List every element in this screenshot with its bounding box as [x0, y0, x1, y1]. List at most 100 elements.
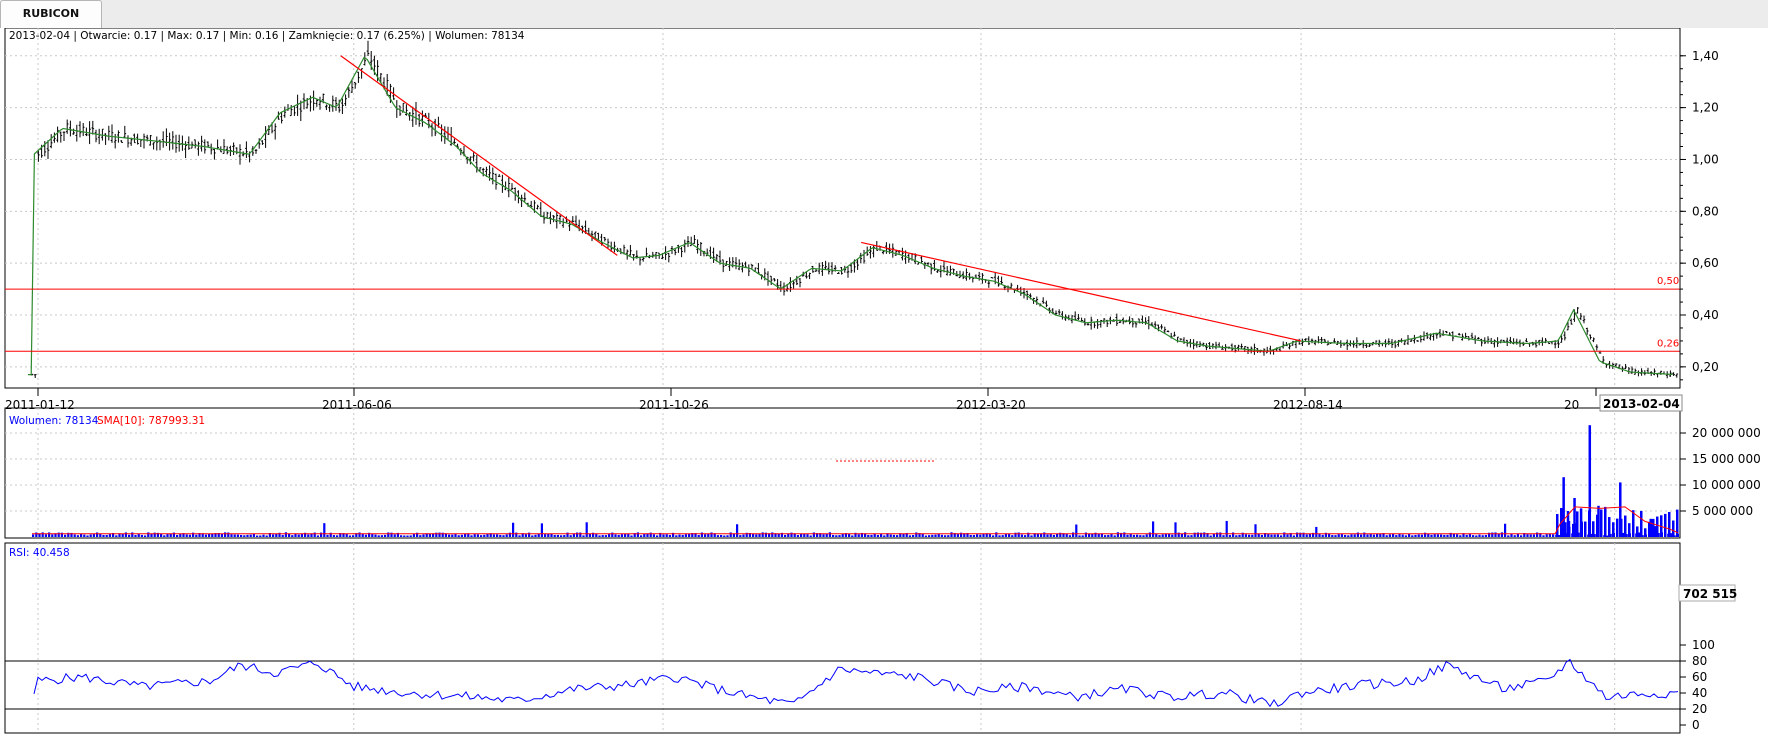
volume-bar	[1081, 535, 1084, 537]
volume-bar	[1497, 533, 1500, 537]
volume-sma-label: SMA[10]: 787993.31	[97, 415, 205, 427]
volume-panel[interactable]	[32, 425, 1679, 537]
volume-bar	[1244, 534, 1247, 537]
volume-bar	[1552, 534, 1555, 537]
x-tick-label: 2012-08-14	[1273, 398, 1343, 412]
volume-bar	[73, 534, 76, 537]
volume-bar	[1526, 534, 1529, 537]
volume-bar	[1446, 534, 1449, 537]
volume-bar	[204, 534, 207, 537]
volume-cluster-bar	[1592, 521, 1595, 537]
volume-bar	[480, 535, 483, 537]
volume-bar	[771, 532, 774, 537]
volume-bar	[96, 532, 99, 537]
volume-bar	[537, 533, 540, 537]
volume-bar	[1504, 523, 1507, 537]
volume-bar	[809, 535, 812, 537]
volume-bar	[499, 534, 502, 537]
volume-bar	[1292, 535, 1295, 537]
price-panel[interactable]: 0,50 0,26	[5, 40, 1680, 379]
price-frame	[4, 28, 1681, 389]
volume-bar	[1344, 534, 1347, 537]
volume-bar	[736, 524, 739, 537]
volume-bar	[662, 534, 665, 537]
volume-bar	[137, 533, 140, 537]
volume-bar	[851, 535, 854, 537]
x-tick-label: 2012-03-20	[956, 398, 1026, 412]
volume-bar	[451, 534, 454, 537]
volume-bar	[889, 534, 892, 537]
volume-bar	[1459, 535, 1462, 537]
volume-bar	[1491, 532, 1494, 537]
tab-rubicon[interactable]: RUBICON	[0, 0, 102, 28]
volume-bar	[640, 535, 643, 537]
volume-bar	[483, 534, 486, 537]
volume-bar	[1331, 535, 1334, 537]
volume-bar	[668, 535, 671, 537]
volume-bar	[176, 535, 179, 537]
volume-bar	[1145, 534, 1148, 537]
volume-bar	[1228, 535, 1231, 537]
price-ytick-label: 0,20	[1692, 360, 1719, 374]
chart-area[interactable]: 0,50 0,26 1,40 1,20 1,00 0,80 0,60 0,40 0,20 201…	[0, 28, 1768, 736]
volume-ytick-label: 10 000 000	[1692, 478, 1761, 492]
volume-bar	[1481, 535, 1484, 537]
volume-bar	[857, 534, 860, 537]
volume-bar	[345, 534, 348, 537]
volume-bar	[636, 532, 639, 537]
volume-bar	[908, 535, 911, 537]
rsi-panel[interactable]	[5, 658, 1680, 710]
volume-cluster-bar	[1664, 513, 1667, 537]
volume-bar	[979, 534, 982, 537]
volume-bar	[371, 534, 374, 537]
volume-bar	[608, 534, 611, 537]
volume-bar	[1440, 534, 1443, 537]
volume-bar	[1452, 533, 1455, 537]
grid-lines	[5, 28, 1680, 733]
volume-bar	[166, 534, 169, 537]
volume-bar	[620, 534, 623, 537]
volume-bar	[1456, 534, 1459, 537]
volume-bar	[1296, 532, 1299, 537]
volume-bar	[1315, 526, 1318, 537]
last-date-label: 2013-02-04	[1603, 397, 1680, 411]
volume-cluster-bar	[1668, 511, 1671, 537]
volume-bar	[940, 534, 943, 537]
volume-bar	[476, 534, 479, 537]
rsi-ytick-label: 80	[1692, 654, 1707, 668]
volume-bar	[380, 535, 383, 537]
volume-bar	[684, 534, 687, 537]
volume-bar	[51, 534, 54, 537]
chart-svg[interactable]: 0,500,26 1,401,201,000,800,600,400,20201…	[0, 28, 1768, 736]
volume-bar	[1433, 534, 1436, 537]
volume-bar	[460, 534, 463, 537]
volume-bar	[723, 535, 726, 537]
volume-bar	[44, 534, 47, 537]
volume-bar	[806, 534, 809, 537]
volume-bar	[675, 535, 678, 537]
volume-bar	[249, 534, 252, 537]
volume-bar	[547, 533, 550, 537]
volume-bar	[496, 534, 499, 537]
volume-bar	[1088, 533, 1091, 537]
rsi-ytick-label: 20	[1692, 702, 1707, 716]
volume-bar	[1187, 535, 1190, 537]
volume-bar	[1184, 532, 1187, 537]
price-ytick-label: 0,60	[1692, 256, 1719, 270]
volume-bar	[1337, 534, 1340, 537]
x-tick-label: 2011-10-26	[639, 398, 709, 412]
volume-bar	[89, 534, 92, 537]
volume-bar	[492, 534, 495, 537]
rsi-line	[33, 658, 1679, 708]
volume-bar	[681, 534, 684, 537]
volume-bar	[1174, 522, 1177, 537]
volume-bar	[1049, 533, 1052, 537]
volume-bar	[128, 534, 131, 537]
volume-bar	[604, 535, 607, 537]
volume-bar	[169, 533, 172, 537]
volume-cluster-bar	[1604, 506, 1607, 537]
price-ytick-label: 1,20	[1692, 101, 1719, 115]
volume-bar	[1254, 524, 1257, 537]
volume-bar	[988, 534, 991, 537]
volume-bar	[982, 533, 985, 537]
